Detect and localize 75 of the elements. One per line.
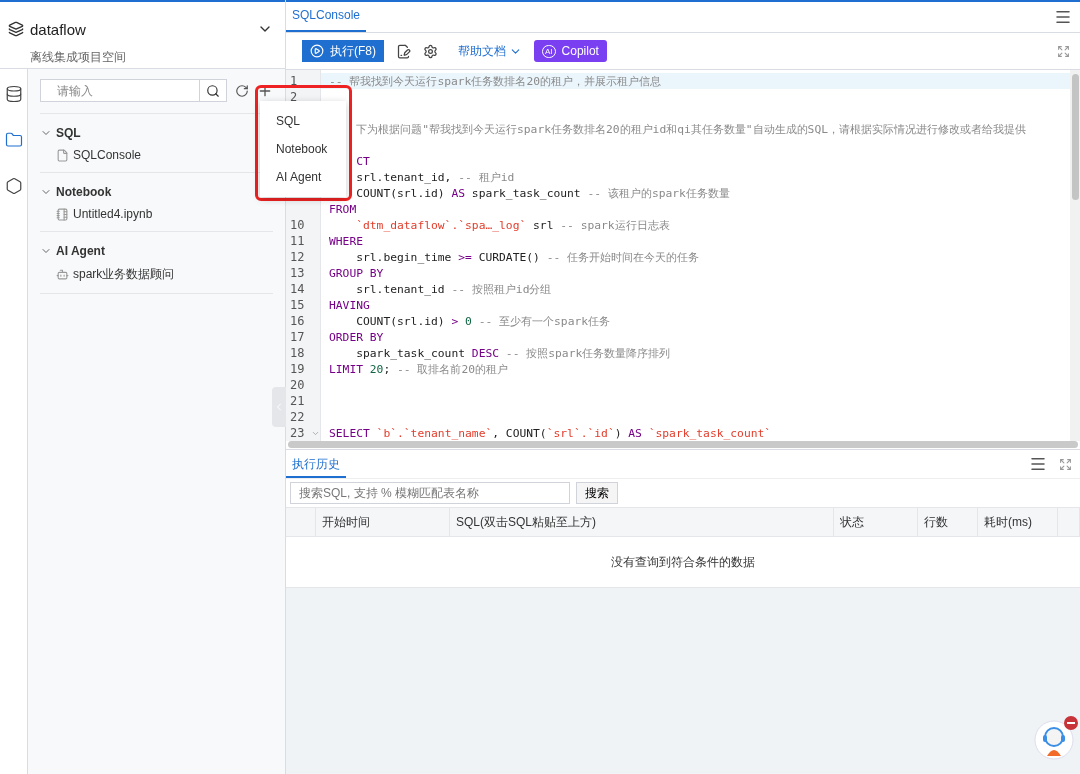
line-number: 10 — [290, 218, 305, 232]
collapse-handle[interactable] — [272, 387, 286, 427]
line-number: 16 — [290, 314, 305, 328]
play-icon — [310, 44, 324, 58]
database-icon[interactable] — [4, 85, 23, 103]
code-line: LIMIT 20; -- 取排名前20的租户 — [329, 361, 509, 377]
scrollbar-thumb[interactable] — [1071, 74, 1079, 200]
line-number: 20 — [290, 378, 305, 392]
code-line: GROUP BY — [329, 266, 384, 280]
line-number: 13 — [290, 266, 305, 280]
line-number: 11 — [290, 234, 305, 248]
code-line: SELECT `b`.`tenant_name`, COUNT(`srl`.`id`) AS `spark_task_count` — [329, 426, 772, 440]
column-header: 行数 — [918, 507, 978, 537]
code-line: HAVING — [329, 298, 370, 312]
line-number: 22 — [290, 410, 305, 424]
tree-item[interactable]: Untitled4.ipynb — [73, 207, 153, 221]
expand-icon[interactable] — [1059, 457, 1072, 471]
search-button[interactable]: 搜索 — [576, 482, 618, 504]
menu-item[interactable]: SQL — [260, 107, 346, 135]
code-line: COUNT(srl.id) > 0 -- 至少有一个spark任务 — [355, 313, 611, 329]
code-line: ORDER BY — [329, 330, 384, 344]
menu-item[interactable]: Notebook — [260, 135, 346, 163]
group-title: AI Agent — [56, 244, 105, 258]
empty-message: 没有查询到符合条件的数据 — [611, 553, 755, 571]
column-header: 耗时(ms) — [978, 507, 1058, 537]
column-header: SQL(双击SQL粘贴至上方) — [450, 507, 834, 537]
refresh-button[interactable] — [235, 83, 249, 98]
line-number: 14 — [290, 282, 305, 296]
code-line: spark_task_count DESC -- 按照spark任务数量降序排列 — [355, 345, 671, 361]
line-number: 17 — [290, 330, 305, 344]
code-line: WHERE — [329, 234, 363, 248]
line-number: 1 — [290, 74, 298, 88]
project-name: dataflow — [30, 20, 87, 38]
history-search-field[interactable]: 搜索SQL, 支持 % 模糊匹配表名称 — [290, 482, 570, 504]
format-icon[interactable] — [396, 43, 411, 59]
menu-icon[interactable] — [1029, 455, 1047, 473]
line-number: 21 — [290, 394, 305, 408]
menu-item[interactable]: AI Agent — [260, 163, 346, 191]
help-link[interactable]: 帮助文档 — [458, 42, 522, 60]
file-icon — [56, 148, 69, 162]
group-title: Notebook — [56, 185, 112, 199]
code-line: srl.tenant_id, -- 租户id — [355, 169, 515, 185]
expand-icon[interactable] — [1057, 44, 1070, 58]
run-button[interactable]: 执行(F8) — [302, 40, 384, 62]
column-header: 状态 — [834, 507, 918, 537]
search-button[interactable] — [199, 79, 227, 102]
bot-icon — [56, 268, 69, 281]
code-line: -- 帮我找到今天运行spark任务数排名20的租户，并展示租户信息 — [329, 73, 661, 89]
line-number: 18 — [290, 346, 305, 360]
folder-icon[interactable] — [4, 131, 23, 149]
line-number: 19 — [290, 362, 305, 376]
column-header: 开始时间 — [316, 507, 450, 537]
line-number: 15 — [290, 298, 305, 312]
line-number: 23 — [290, 426, 305, 440]
layers-icon — [8, 21, 24, 37]
scrollbar-thumb[interactable] — [288, 441, 1078, 448]
code-line: FROM — [329, 202, 357, 216]
notebook-icon — [56, 207, 69, 221]
code-line: COUNT(srl.id) AS spark_task_count -- 该租户的spark任务数量 — [355, 185, 730, 201]
copilot-button[interactable]: AI Copilot — [534, 40, 607, 62]
menu-icon[interactable] — [1054, 8, 1072, 26]
code-line: 下为根据问题"帮我找到今天运行spark任务数排名20的租户id和qi其任务数量"自动生成的SQL，请根据实际情况进行修改或者给我提供 — [355, 121, 1027, 137]
code-line: srl.tenant_id -- 按照租户id分组 — [355, 281, 552, 297]
tree-item[interactable]: SQLConsole — [73, 148, 142, 162]
group-title: SQL — [56, 126, 81, 140]
search-field[interactable]: 请输入 — [40, 79, 200, 102]
tree-item[interactable]: spark业务数据顾问 — [73, 266, 175, 283]
code-line: `dtm_dataflow`.`spa…_log` srl -- spark运行日志表 — [355, 217, 670, 233]
line-number: 12 — [290, 250, 305, 264]
editor-tab[interactable]: SQLConsole — [286, 2, 367, 32]
line-number: 2 — [290, 90, 298, 104]
code-line: srl.begin_time >= CURDATE() -- 任务开始时间在今天的任务 — [355, 249, 700, 265]
project-subtitle: 离线集成项目空间 — [30, 48, 127, 66]
search-icon — [206, 83, 220, 98]
code-line: CT — [355, 154, 370, 168]
